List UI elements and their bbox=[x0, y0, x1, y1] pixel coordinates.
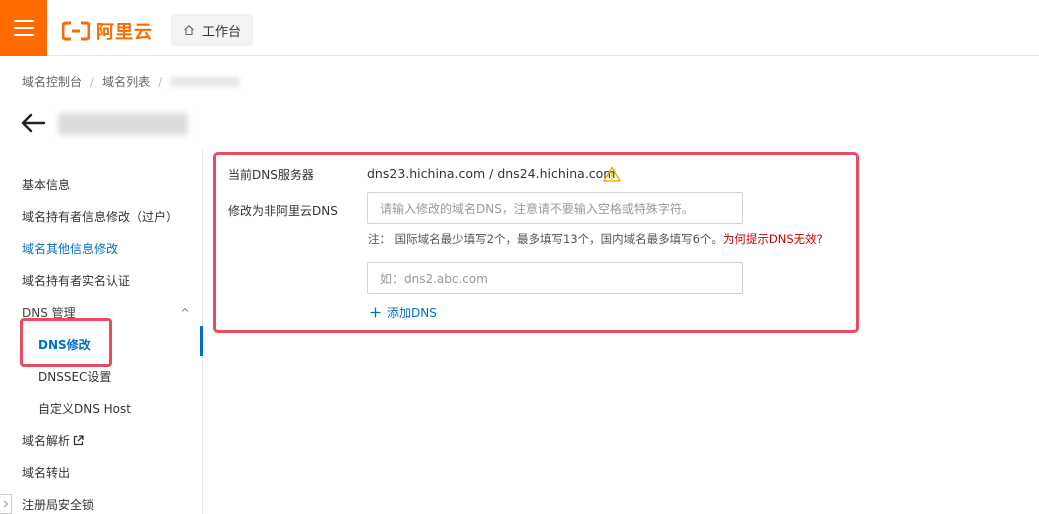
hamburger-line bbox=[13, 20, 34, 22]
add-dns-label: 添加DNS bbox=[387, 306, 437, 320]
dns-note-text: 注： 国际域名最少填写2个，最多填写13个，国内域名最多填写6个。 bbox=[368, 232, 723, 246]
hamburger-line bbox=[13, 34, 34, 36]
nav-item-dns-resolve-label: 域名解析 bbox=[22, 434, 71, 448]
top-bar: 阿里云 工作台 bbox=[0, 0, 1039, 56]
chevron-up-icon[interactable] bbox=[180, 305, 190, 315]
home-icon bbox=[184, 25, 194, 36]
workbench-label: 工作台 bbox=[202, 24, 242, 40]
current-dns-label: 当前DNS服务器 bbox=[228, 168, 314, 182]
dns1-input[interactable]: 请输入修改的域名DNS，注意请不要输入空格或特殊字符。 bbox=[367, 192, 743, 224]
current-dns-value: dns23.hichina.com / dns24.hichina.com bbox=[367, 166, 616, 181]
menu-hamburger-button[interactable] bbox=[0, 0, 47, 56]
aliyun-logo-icon bbox=[62, 21, 90, 41]
aliyun-logo[interactable]: 阿里云 bbox=[62, 18, 153, 44]
nav-item-other-info[interactable]: 域名其他信息修改 bbox=[22, 240, 118, 257]
add-dns-button[interactable]: 添加DNS bbox=[370, 304, 437, 321]
dns-modify-highlight-box bbox=[20, 318, 112, 367]
breadcrumb-item[interactable]: 域名控制台 bbox=[22, 73, 82, 90]
page-title-redacted bbox=[58, 113, 188, 135]
nav-item-transfer-out[interactable]: 域名转出 bbox=[22, 464, 70, 481]
nav-item-custom-dns-host[interactable]: 自定义DNS Host bbox=[38, 400, 131, 417]
nav-item-registry-lock[interactable]: 注册局安全锁 bbox=[22, 496, 94, 513]
nav-item-dns-resolve[interactable]: 域名解析 bbox=[22, 432, 84, 449]
dns1-input-placeholder: 请输入修改的域名DNS，注意请不要输入空格或特殊字符。 bbox=[380, 201, 694, 216]
plus-icon bbox=[370, 307, 381, 318]
breadcrumb-separator: / bbox=[90, 74, 95, 89]
nav-item-realname-auth[interactable]: 域名持有者实名认证 bbox=[22, 272, 130, 289]
back-arrow-icon[interactable] bbox=[20, 112, 46, 134]
breadcrumb-item[interactable]: 域名列表 bbox=[102, 73, 150, 90]
logo-text: 阿里云 bbox=[96, 22, 153, 43]
dns-note: 注： 国际域名最少填写2个，最多填写13个，国内域名最多填写6个。为何提示DNS… bbox=[368, 231, 823, 247]
workbench-button[interactable]: 工作台 bbox=[171, 14, 254, 46]
breadcrumb-current-redacted bbox=[170, 76, 241, 87]
warning-icon[interactable] bbox=[603, 166, 621, 182]
nav-item-dnssec[interactable]: DNSSEC设置 bbox=[38, 368, 111, 385]
chevron-right-icon bbox=[3, 500, 8, 508]
breadcrumb-separator: / bbox=[158, 74, 163, 89]
nav-item-basic-info[interactable]: 基本信息 bbox=[22, 176, 70, 193]
dns2-input-placeholder: 如：dns2.abc.com bbox=[380, 271, 488, 286]
nav-active-indicator bbox=[200, 326, 203, 356]
why-dns-invalid-link[interactable]: 为何提示DNS无效? bbox=[723, 232, 823, 246]
external-link-icon bbox=[73, 435, 84, 446]
modify-dns-label: 修改为非阿里云DNS bbox=[228, 204, 338, 218]
nav-item-holder-transfer[interactable]: 域名持有者信息修改（过户） bbox=[22, 208, 178, 225]
dns2-input[interactable]: 如：dns2.abc.com bbox=[367, 262, 743, 294]
sidebar-collapse-handle[interactable] bbox=[0, 494, 12, 514]
hamburger-line bbox=[13, 27, 34, 29]
breadcrumb: 域名控制台 / 域名列表 / bbox=[22, 73, 241, 90]
